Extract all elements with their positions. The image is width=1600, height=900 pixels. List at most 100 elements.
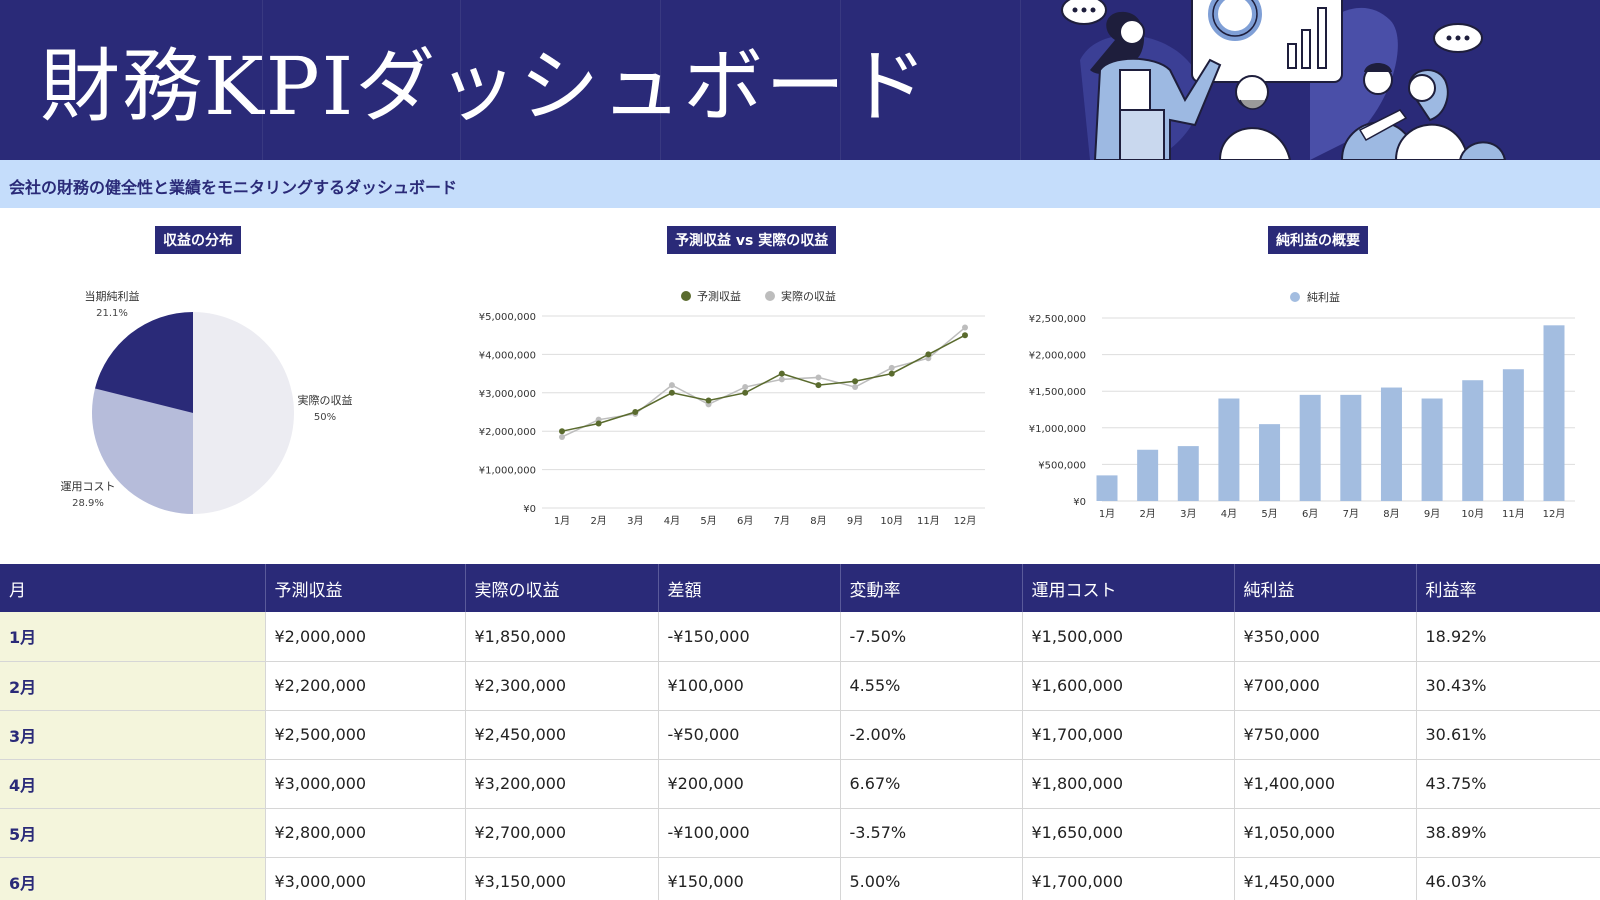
cell-net-profit[interactable]: ¥1,450,000 <box>1234 857 1417 900</box>
y-tick-label: ¥2,500,000 <box>1029 314 1086 325</box>
cell-month[interactable]: 3月 <box>0 710 266 760</box>
data-point <box>815 374 822 381</box>
cell-profit-margin[interactable]: 38.89% <box>1416 808 1600 858</box>
legend-label: 予測収益 <box>697 289 741 303</box>
pie-chart: 実際の収益 50% 運用コスト 28.9% 当期純利益 21.1% <box>61 289 353 514</box>
cell-forecast[interactable]: ¥2,000,000 <box>265 612 466 662</box>
cell-actual[interactable]: ¥3,150,000 <box>465 857 659 900</box>
cell-operating-cost[interactable]: ¥1,700,000 <box>1022 857 1235 900</box>
y-tick-label: ¥1,000,000 <box>1029 424 1086 435</box>
cell-variance[interactable]: -3.57% <box>840 808 1023 858</box>
cell-difference[interactable]: -¥100,000 <box>658 808 841 858</box>
bar-chart: ¥0 ¥500,000 ¥1,000,000 ¥1,500,000 ¥2,000,000… <box>1029 290 1575 520</box>
pie-chart-title: 収益の分布 <box>155 226 241 254</box>
x-tick-label: 4月 <box>664 515 680 527</box>
cell-variance[interactable]: -2.00% <box>840 710 1023 760</box>
cell-forecast[interactable]: ¥3,000,000 <box>265 857 466 900</box>
data-point <box>962 324 968 331</box>
cell-operating-cost[interactable]: ¥1,500,000 <box>1022 612 1235 662</box>
cell-variance[interactable]: -7.50% <box>840 612 1023 662</box>
y-tick-label: ¥5,000,000 <box>479 312 536 323</box>
cell-difference[interactable]: ¥150,000 <box>658 857 841 900</box>
pie-slice-percent: 50% <box>314 412 336 423</box>
y-tick-label: ¥2,000,000 <box>479 427 536 438</box>
column-header-net-profit[interactable]: 純利益 <box>1234 564 1417 612</box>
y-tick-label: ¥1,000,000 <box>479 466 536 477</box>
cell-difference[interactable]: -¥50,000 <box>658 710 841 760</box>
cell-month[interactable]: 5月 <box>0 808 266 858</box>
cell-month[interactable]: 4月 <box>0 759 266 809</box>
cell-variance[interactable]: 6.67% <box>840 759 1023 809</box>
table-header-row: 月 予測収益 実際の収益 差額 変動率 運用コスト 純利益 利益率 <box>0 564 1600 612</box>
x-tick-label: 11月 <box>1502 508 1525 520</box>
cell-profit-margin[interactable]: 18.92% <box>1416 612 1600 662</box>
bar <box>1380 387 1402 501</box>
data-point <box>742 389 749 396</box>
x-tick-label: 1月 <box>1099 508 1115 520</box>
cell-variance[interactable]: 4.55% <box>840 661 1023 711</box>
data-point <box>559 433 565 440</box>
x-tick-label: 3月 <box>1180 508 1196 520</box>
data-point <box>632 409 639 415</box>
cell-operating-cost[interactable]: ¥1,800,000 <box>1022 759 1235 809</box>
y-tick-label: ¥2,000,000 <box>1029 351 1086 362</box>
cell-actual[interactable]: ¥2,300,000 <box>465 661 659 711</box>
cell-difference[interactable]: ¥100,000 <box>658 661 841 711</box>
cell-difference[interactable]: ¥200,000 <box>658 759 841 809</box>
bar <box>1096 475 1118 501</box>
kpi-table: 月 予測収益 実際の収益 差額 変動率 運用コスト 純利益 利益率 1月 ¥2,0… <box>0 564 1600 900</box>
cell-forecast[interactable]: ¥2,200,000 <box>265 661 466 711</box>
legend-label: 実際の収益 <box>781 289 836 303</box>
data-point <box>668 389 675 396</box>
cell-operating-cost[interactable]: ¥1,600,000 <box>1022 661 1235 711</box>
column-header-variance[interactable]: 変動率 <box>840 564 1023 612</box>
x-tick-label: 4月 <box>1221 508 1237 520</box>
cell-month[interactable]: 2月 <box>0 661 266 711</box>
column-header-forecast[interactable]: 予測収益 <box>265 564 466 612</box>
data-point <box>962 332 968 339</box>
legend-marker <box>681 291 691 301</box>
column-header-actual[interactable]: 実際の収益 <box>465 564 659 612</box>
cell-net-profit[interactable]: ¥350,000 <box>1234 612 1417 662</box>
x-tick-label: 6月 <box>1302 508 1318 520</box>
cell-variance[interactable]: 5.00% <box>840 857 1023 900</box>
bar <box>1137 449 1159 501</box>
cell-actual[interactable]: ¥3,200,000 <box>465 759 659 809</box>
column-header-profit-margin[interactable]: 利益率 <box>1416 564 1600 612</box>
cell-operating-cost[interactable]: ¥1,700,000 <box>1022 710 1235 760</box>
cell-profit-margin[interactable]: 30.61% <box>1416 710 1600 760</box>
cell-net-profit[interactable]: ¥1,050,000 <box>1234 808 1417 858</box>
cell-net-profit[interactable]: ¥700,000 <box>1234 661 1417 711</box>
cell-forecast[interactable]: ¥2,500,000 <box>265 710 466 760</box>
pie-slice-percent: 28.9% <box>72 498 104 509</box>
cell-month[interactable]: 6月 <box>0 857 266 900</box>
series-line <box>561 326 966 438</box>
cell-profit-margin[interactable]: 46.03% <box>1416 857 1600 900</box>
column-header-month[interactable]: 月 <box>0 564 266 612</box>
cell-actual[interactable]: ¥2,450,000 <box>465 710 659 760</box>
bar <box>1177 446 1199 501</box>
table-row: 1月 ¥2,000,000 ¥1,850,000 -¥150,000 -7.50% ¥1,… <box>0 612 1600 662</box>
cell-profit-margin[interactable]: 30.43% <box>1416 661 1600 711</box>
legend-label: 純利益 <box>1307 290 1340 304</box>
column-header-operating-cost[interactable]: 運用コスト <box>1022 564 1235 612</box>
cell-operating-cost[interactable]: ¥1,650,000 <box>1022 808 1235 858</box>
cell-forecast[interactable]: ¥3,000,000 <box>265 759 466 809</box>
data-point <box>742 384 749 391</box>
bar <box>1462 380 1484 501</box>
column-header-difference[interactable]: 差額 <box>658 564 841 612</box>
cell-actual[interactable]: ¥2,700,000 <box>465 808 659 858</box>
cell-actual[interactable]: ¥1,850,000 <box>465 612 659 662</box>
pie-slice-label: 当期純利益 <box>85 289 140 303</box>
cell-profit-margin[interactable]: 43.75% <box>1416 759 1600 809</box>
cell-forecast[interactable]: ¥2,800,000 <box>265 808 466 858</box>
cell-difference[interactable]: -¥150,000 <box>658 612 841 662</box>
data-point <box>778 376 785 383</box>
series-line <box>561 334 966 432</box>
cell-month[interactable]: 1月 <box>0 612 266 662</box>
cell-net-profit[interactable]: ¥750,000 <box>1234 710 1417 760</box>
header-banner: 財務KPIダッシュボード <box>0 0 1600 160</box>
cell-net-profit[interactable]: ¥1,400,000 <box>1234 759 1417 809</box>
legend-marker <box>1290 292 1300 302</box>
data-point <box>705 397 712 404</box>
